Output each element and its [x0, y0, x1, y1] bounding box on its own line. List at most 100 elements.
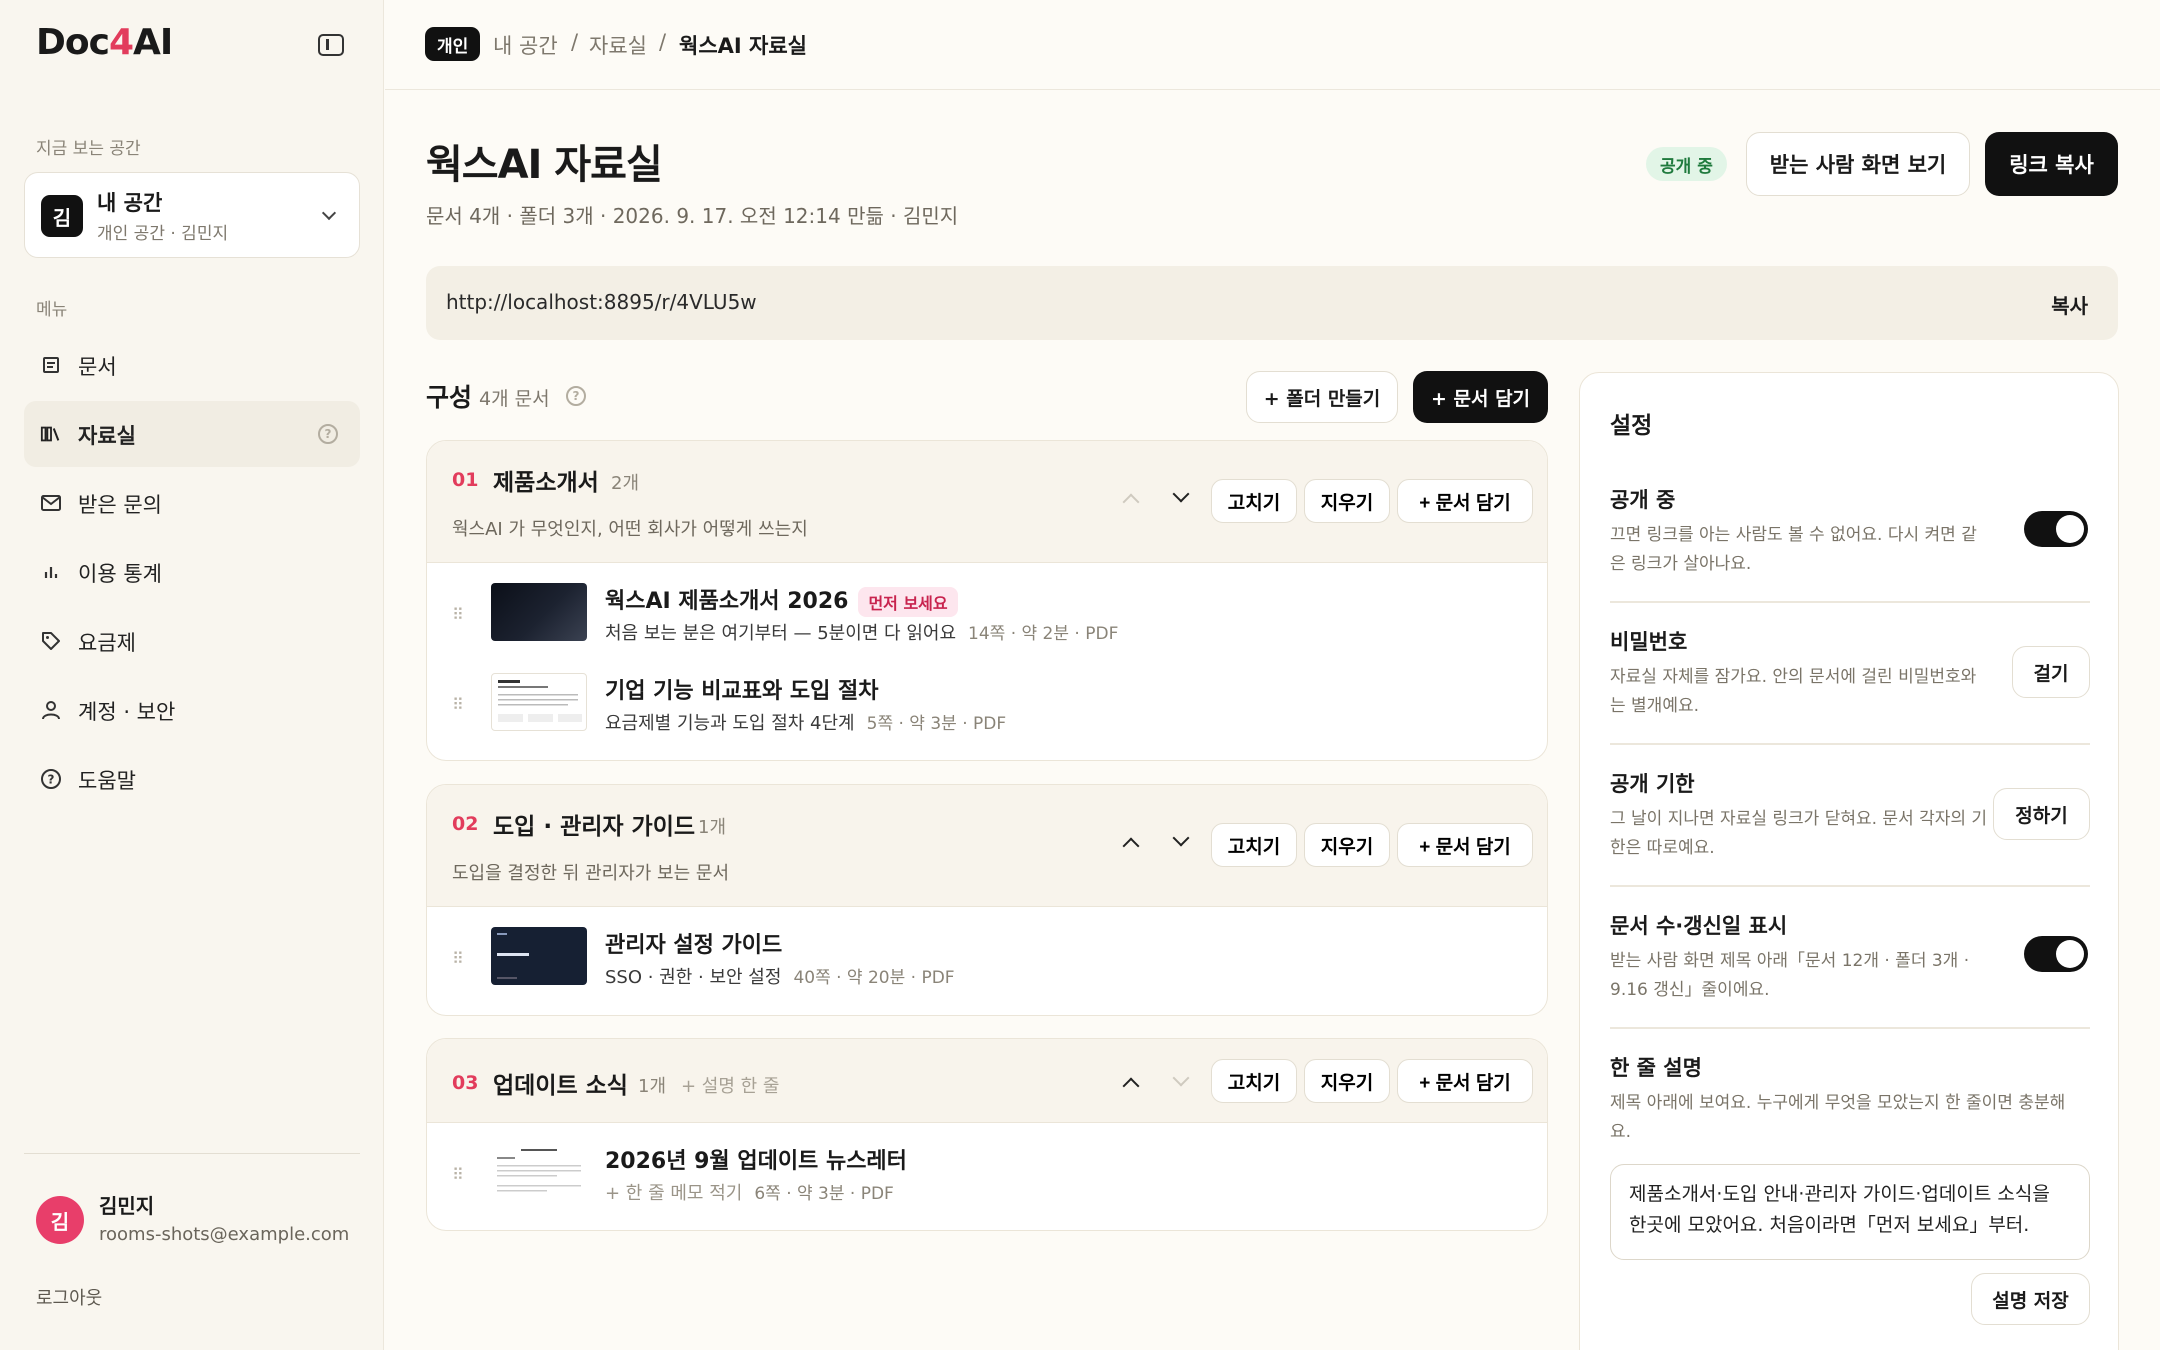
sidebar-item-help[interactable]: ? 도움말	[24, 746, 360, 812]
folder-delete-button[interactable]: 지우기	[1304, 823, 1390, 867]
chevron-down-icon	[321, 205, 337, 221]
add-document-button[interactable]: + 문서 담기	[1413, 371, 1548, 423]
set-expiry-button[interactable]: 정하기	[1993, 788, 2090, 840]
document-title[interactable]: 관리자 설정 가이드	[605, 927, 782, 959]
sidebar-item-documents[interactable]: 문서	[24, 332, 360, 398]
document-thumbnail	[491, 583, 587, 641]
folder-name[interactable]: 업데이트 소식	[493, 1066, 628, 1100]
library-icon	[40, 423, 62, 445]
space-sub: 개인 공간 · 김민지	[97, 224, 229, 244]
document-title[interactable]: 기업 기능 비교표와 도입 절차	[605, 673, 879, 705]
space-name: 내 공간	[97, 191, 163, 215]
help-icon[interactable]: ?	[318, 424, 338, 444]
list-item[interactable]: ⠿ 기업 기능 비교표와 도입 절차 요금제별 기능과 도입 절차 4단계 5쪽 …	[427, 659, 1547, 749]
divider	[1610, 1027, 2090, 1029]
sidebar-item-inquiries[interactable]: 받은 문의	[24, 470, 360, 536]
tag-icon	[40, 630, 62, 652]
copy-link-button[interactable]: 링크 복사	[1985, 132, 2118, 196]
folder-count: 1개	[638, 1076, 667, 1097]
folder-edit-button[interactable]: 고치기	[1211, 479, 1297, 523]
folder-add-document-button[interactable]: + 문서 담기	[1397, 479, 1533, 523]
share-url[interactable]: http://localhost:8895/r/4VLU5w	[446, 290, 757, 314]
public-toggle[interactable]	[2024, 511, 2088, 547]
breadcrumb-separator: /	[659, 30, 667, 54]
divider	[1610, 743, 2090, 745]
drag-handle-icon[interactable]: ⠿	[452, 605, 464, 624]
document-title[interactable]: 웍스AI 제품소개서 2026 먼저 보세요	[605, 583, 958, 617]
document-meta: 6쪽 · 약 3분 · PDF	[754, 1184, 894, 1204]
list-item[interactable]: ⠿ 관리자 설정 가이드 SSO · 권한 · 보안 설정 40쪽 · 약 20분…	[427, 913, 1547, 1003]
show-counts-toggle[interactable]	[2024, 936, 2088, 972]
folder-card: 01 제품소개서 2개 웍스AI 가 무엇인지, 어떤 회사가 어떻게 쓰는지 …	[426, 440, 1548, 761]
drag-handle-icon[interactable]: ⠿	[452, 949, 464, 968]
svg-text:?: ?	[48, 773, 55, 787]
folder-add-document-button[interactable]: + 문서 담기	[1397, 1059, 1533, 1103]
setting-public-title: 공개 중	[1610, 488, 1676, 512]
list-item[interactable]: ⠿ 2026년 9월 업데이트 뉴스레터 + 한 줄 메모 적기 6쪽 · 약 3…	[427, 1129, 1547, 1219]
folder-edit-button[interactable]: 고치기	[1211, 823, 1297, 867]
avatar[interactable]: 김	[36, 1196, 84, 1244]
document-subtitle: + 한 줄 메모 적기 6쪽 · 약 3분 · PDF	[605, 1179, 894, 1205]
document-subtitle: 처음 보는 분은 여기부터 — 5분이면 다 읽어요 14쪽 · 약 2분 · P…	[605, 623, 1119, 644]
setting-expiry-desc: 그 날이 지나면 자료실 링크가 닫혀요. 문서 각자의 기한은 따로예요.	[1610, 809, 1988, 858]
document-title[interactable]: 2026년 9월 업데이트 뉴스레터	[605, 1143, 907, 1175]
document-icon	[40, 354, 62, 376]
set-password-button[interactable]: 걸기	[2012, 646, 2090, 698]
move-up-icon[interactable]	[1122, 493, 1140, 511]
folder-delete-button[interactable]: 지우기	[1304, 1059, 1390, 1103]
move-up-icon[interactable]	[1122, 1077, 1140, 1095]
sidebar-item-account-security[interactable]: 계정 · 보안	[24, 677, 360, 743]
page-meta: 문서 4개 · 폴더 3개 · 2026. 9. 17. 오전 12:14 만듦…	[426, 204, 959, 228]
document-subtitle: 요금제별 기능과 도입 절차 4단계 5쪽 · 약 3분 · PDF	[605, 713, 1007, 734]
sidebar-item-library[interactable]: 자료실 ?	[24, 401, 360, 467]
breadcrumb-item-my-space[interactable]: 내 공간	[493, 30, 558, 60]
sidebar-item-label: 문서	[78, 355, 117, 379]
breadcrumb-item-library[interactable]: 자료실	[589, 30, 647, 60]
folder-delete-button[interactable]: 지우기	[1304, 479, 1390, 523]
folder-edit-button[interactable]: 고치기	[1211, 1059, 1297, 1103]
setting-one-line-title: 한 줄 설명	[1610, 1056, 1702, 1080]
featured-badge: 먼저 보세요	[858, 587, 958, 617]
folder-name[interactable]: 도입 · 관리자 가이드	[493, 807, 695, 841]
new-folder-button[interactable]: + 폴더 만들기	[1246, 371, 1398, 423]
list-item[interactable]: ⠿ 웍스AI 제품소개서 2026 먼저 보세요 처음 보는 분은 여기부터 — …	[427, 569, 1547, 659]
folder-header: 01 제품소개서 2개 웍스AI 가 무엇인지, 어떤 회사가 어떻게 쓰는지 …	[427, 441, 1547, 563]
setting-show-counts-title: 문서 수·갱신일 표시	[1610, 914, 1788, 938]
current-space-label: 지금 보는 공간	[36, 139, 141, 159]
one-line-description-input[interactable]: 제품소개서·도입 안내·관리자 가이드·업데이트 소식을 한곳에 모았어요. 처…	[1610, 1164, 2090, 1260]
move-down-icon[interactable]	[1172, 1069, 1190, 1087]
mail-icon	[40, 492, 62, 514]
add-folder-description-link[interactable]: + 설명 한 줄	[681, 1072, 780, 1098]
logout-link[interactable]: 로그아웃	[36, 1284, 102, 1310]
setting-public-desc: 끄면 링크를 아는 사람도 볼 수 없어요. 다시 켜면 같은 링크가 살아나요…	[1610, 525, 1977, 574]
sidebar-item-label: 계정 · 보안	[78, 700, 176, 724]
move-up-icon[interactable]	[1122, 837, 1140, 855]
drag-handle-icon[interactable]: ⠿	[452, 695, 464, 714]
move-down-icon[interactable]	[1172, 829, 1190, 847]
folder-name[interactable]: 제품소개서	[493, 463, 599, 497]
sidebar-item-stats[interactable]: 이용 통계	[24, 539, 360, 605]
document-thumbnail	[491, 1143, 587, 1201]
document-meta: 40쪽 · 약 20분 · PDF	[793, 968, 955, 988]
sidebar-item-pricing[interactable]: 요금제	[24, 608, 360, 674]
document-subtitle: SSO · 권한 · 보안 설정 40쪽 · 약 20분 · PDF	[605, 967, 955, 988]
drag-handle-icon[interactable]: ⠿	[452, 1165, 464, 1184]
folder-description: 웍스AI 가 무엇인지, 어떤 회사가 어떻게 쓰는지	[452, 519, 808, 540]
help-icon[interactable]: ?	[566, 386, 586, 406]
sidebar-item-label: 요금제	[78, 631, 136, 655]
add-memo-link[interactable]: + 한 줄 메모 적기	[605, 1183, 742, 1204]
save-description-button[interactable]: 설명 저장	[1971, 1273, 2090, 1325]
setting-password-title: 비밀번호	[1610, 630, 1688, 654]
document-meta: 14쪽 · 약 2분 · PDF	[968, 624, 1119, 644]
folder-add-document-button[interactable]: + 문서 담기	[1397, 823, 1533, 867]
sidebar: Doc4AI 지금 보는 공간 김 내 공간 개인 공간 · 김민지 메뉴 문서…	[0, 0, 384, 1350]
preview-recipient-view-button[interactable]: 받는 사람 화면 보기	[1746, 132, 1970, 196]
document-thumbnail	[491, 673, 587, 731]
space-switcher[interactable]: 김 내 공간 개인 공간 · 김민지	[24, 172, 360, 258]
move-down-icon[interactable]	[1172, 485, 1190, 503]
url-copy-button[interactable]: 복사	[2051, 290, 2088, 319]
space-avatar: 김	[41, 195, 83, 237]
breadcrumb: 개인 내 공간 / 자료실 / 웍스AI 자료실	[385, 0, 2160, 90]
sidebar-collapse-icon[interactable]	[318, 34, 344, 56]
app-logo[interactable]: Doc4AI	[36, 22, 173, 63]
